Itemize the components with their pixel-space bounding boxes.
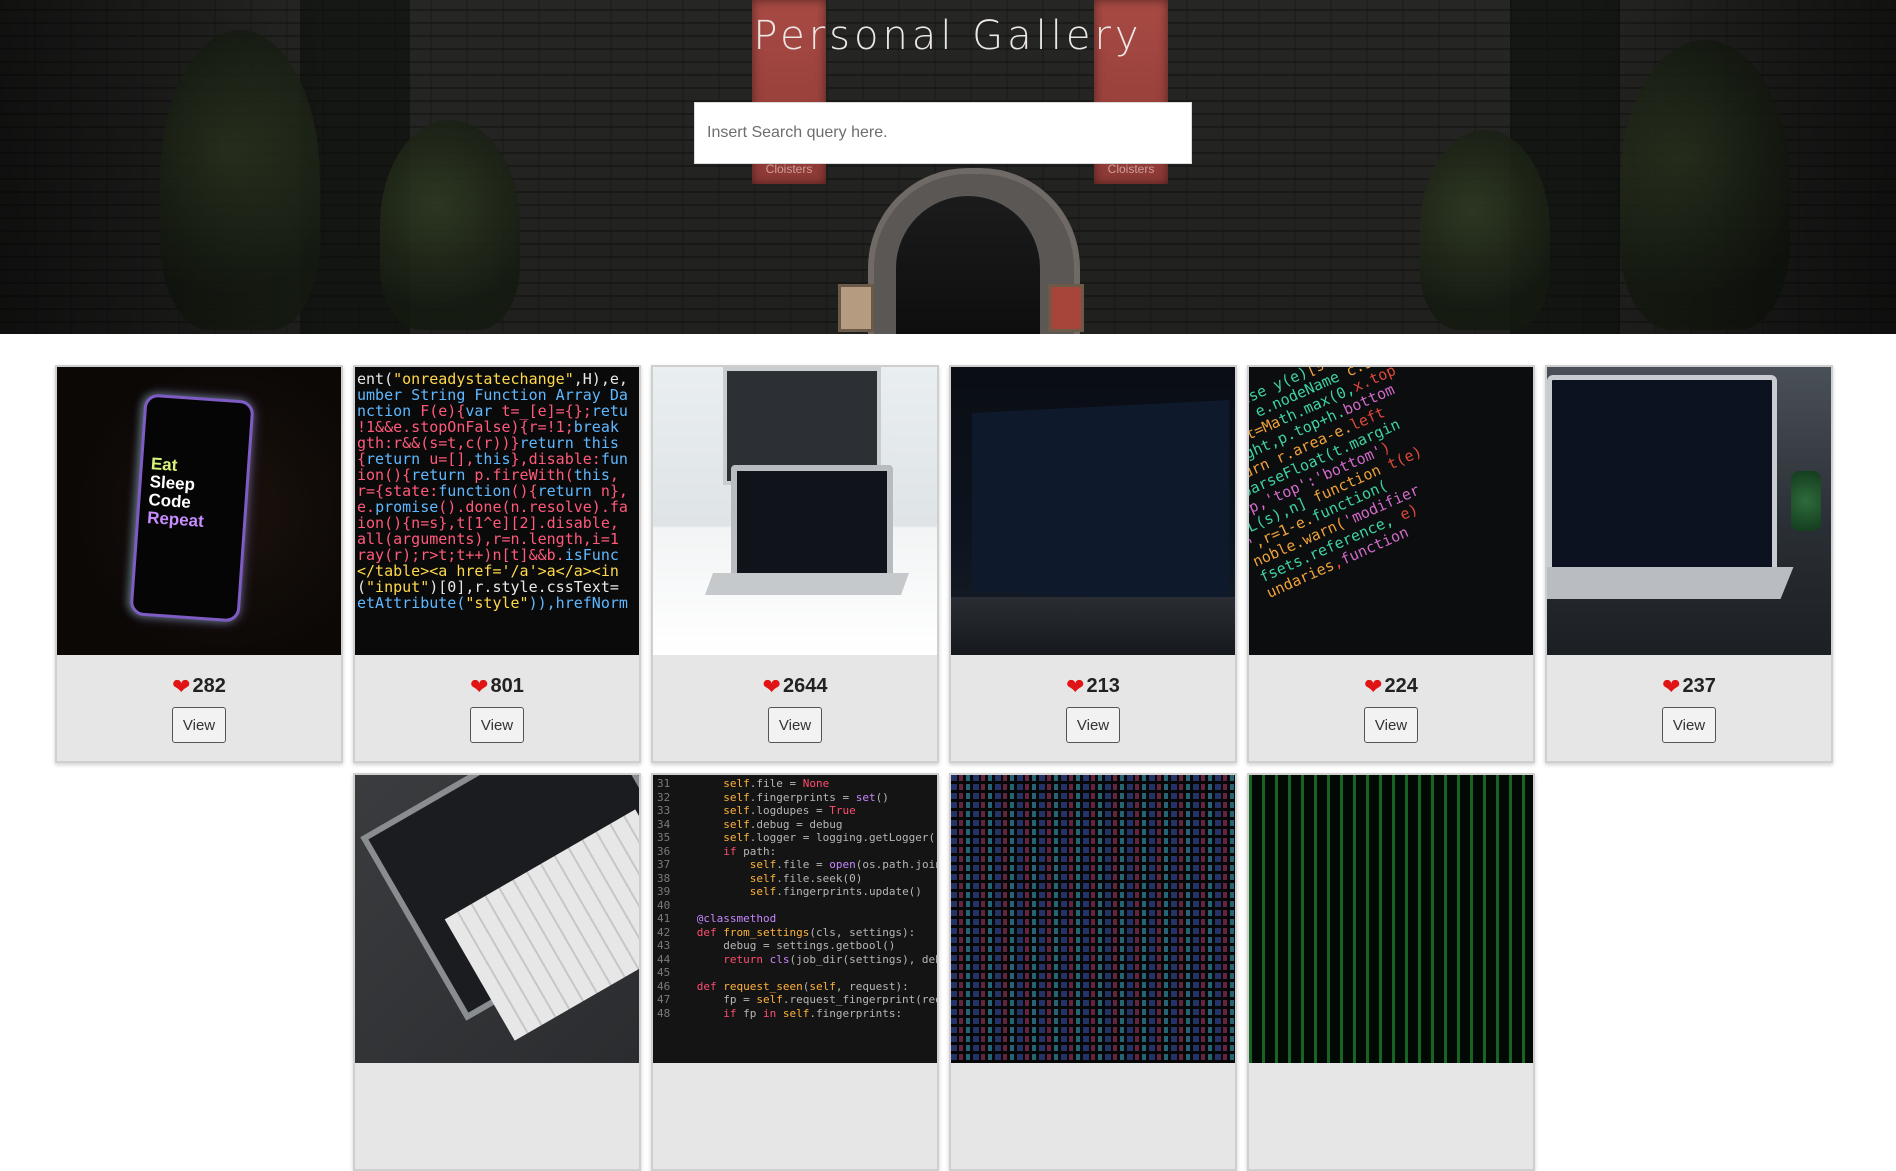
gallery-card: Eat Sleep Code Repeat ❤ 282 View [55, 365, 343, 763]
gallery-card [949, 773, 1237, 1171]
card-footer: ❤ 282 View [57, 655, 341, 761]
view-button[interactable]: View [1066, 707, 1120, 743]
like-count: ❤ 224 [1249, 675, 1533, 698]
view-button[interactable]: View [768, 707, 822, 743]
like-count: ❤ 801 [355, 675, 639, 698]
gallery-card: b(s),else y(e)[style.margin {"HTML e.nod… [1247, 365, 1535, 763]
view-button[interactable]: View [1364, 707, 1418, 743]
like-count: ❤ 237 [1547, 675, 1831, 698]
hero-banner: Cloisters Cloisters Personal Gallery [0, 0, 1896, 334]
heart-icon[interactable]: ❤ [470, 675, 488, 698]
card-footer: ❤ 2644 View [653, 655, 937, 761]
search-input[interactable] [694, 102, 1192, 164]
gallery-card: ent("onreadystatechange",H),e, umber Str… [353, 365, 641, 763]
like-count-value: 213 [1086, 675, 1120, 697]
heart-icon[interactable]: ❤ [1662, 675, 1680, 698]
like-count-value: 237 [1682, 675, 1716, 697]
laptop-keyboard [951, 597, 1235, 655]
laptop-base [1547, 567, 1794, 599]
heart-icon[interactable]: ❤ [763, 675, 781, 698]
heart-icon[interactable]: ❤ [1066, 675, 1084, 698]
like-count-value: 2644 [782, 675, 828, 697]
like-count-value: 801 [490, 675, 524, 697]
plant-illustration [1791, 471, 1821, 531]
view-button[interactable]: View [1662, 707, 1716, 743]
ivy-foliage [380, 120, 520, 330]
gallery-card: ❤ 237 View [1545, 365, 1833, 763]
card-footer: ❤ 801 View [355, 655, 639, 761]
laptop-base [704, 573, 910, 595]
hero-plaque [1048, 284, 1084, 332]
phone-screen-text: Eat Sleep Code Repeat [146, 454, 205, 531]
gallery-photo[interactable] [951, 367, 1235, 655]
like-count-value: 282 [192, 675, 226, 697]
gallery-photo[interactable]: b(s),else y(e)[style.margin {"HTML e.nod… [1249, 367, 1533, 655]
like-count: ❤ 282 [57, 675, 341, 698]
ivy-foliage [1420, 130, 1550, 330]
like-count-value: 224 [1384, 675, 1418, 697]
view-button[interactable]: View [470, 707, 524, 743]
gallery-photo[interactable] [951, 775, 1235, 1063]
like-count: ❤ 2644 [653, 675, 937, 698]
laptop-lid [1547, 375, 1777, 585]
gallery-photo[interactable]: 31 self.file = None 32 self.fingerprints… [653, 775, 937, 1063]
gallery-photo[interactable] [355, 775, 639, 1063]
page-title: Personal Gallery [753, 12, 1143, 59]
heart-icon[interactable]: ❤ [172, 675, 190, 698]
laptop-screen [972, 400, 1230, 604]
gallery-card [1247, 773, 1535, 1171]
gallery-photo[interactable]: Eat Sleep Code Repeat [57, 367, 341, 655]
gallery-card: ❤ 2644 View [651, 365, 939, 763]
matrix-rain-texture [1249, 775, 1533, 1063]
card-footer: ❤ 213 View [951, 655, 1235, 761]
card-footer: ❤ 237 View [1547, 655, 1831, 761]
hero-plaque [838, 284, 874, 332]
gallery-photo[interactable] [1249, 775, 1533, 1063]
gallery-photo[interactable] [1547, 367, 1831, 655]
laptop-illustration [731, 465, 893, 581]
like-count: ❤ 213 [951, 675, 1235, 698]
code-texture [951, 775, 1235, 1063]
gallery-photo[interactable]: ent("onreadystatechange",H),e, umber Str… [355, 367, 639, 655]
gallery-card: 31 self.file = None 32 self.fingerprints… [651, 773, 939, 1171]
gallery-card: ❤ 213 View [949, 365, 1237, 763]
banner-text: Cloisters [1107, 162, 1155, 176]
heart-icon[interactable]: ❤ [1364, 675, 1382, 698]
banner-text: Cloisters [765, 162, 813, 176]
view-button[interactable]: View [172, 707, 226, 743]
gallery-photo[interactable] [653, 367, 937, 655]
gallery-card [353, 773, 641, 1171]
card-footer: ❤ 224 View [1249, 655, 1533, 761]
hero-doorway [896, 196, 1040, 334]
